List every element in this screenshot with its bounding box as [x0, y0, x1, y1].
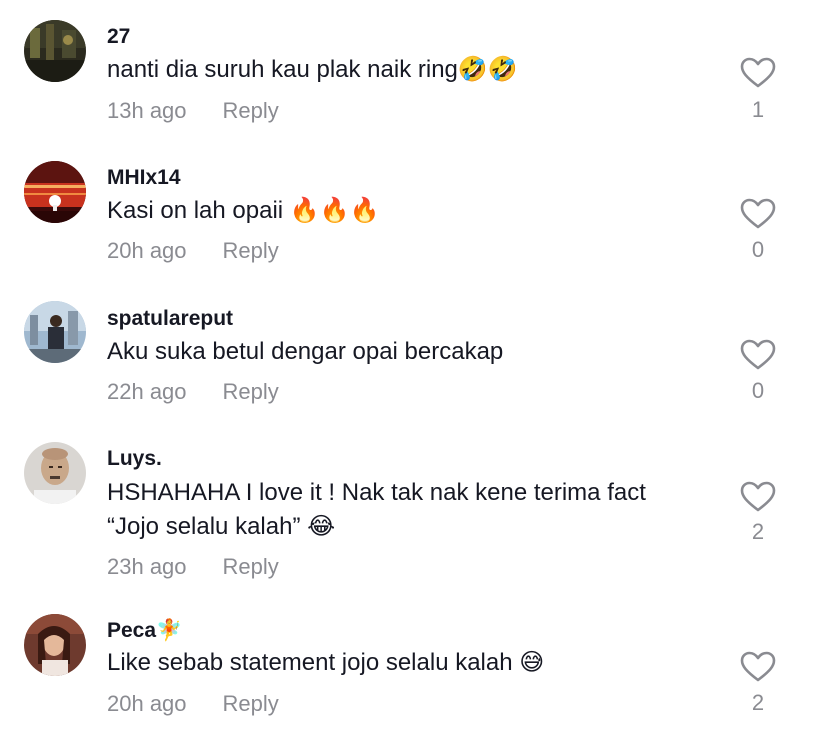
reply-button[interactable]: Reply [223, 238, 279, 263]
comment-timestamp: 22h ago [107, 379, 187, 404]
heart-outline-icon [740, 339, 776, 370]
comment-meta: 20h ago Reply [107, 238, 279, 264]
like-count: 0 [751, 237, 765, 262]
reply-button[interactable]: Reply [223, 554, 279, 579]
comment-meta: 13h ago Reply [107, 98, 279, 124]
reply-button[interactable]: Reply [223, 98, 279, 123]
like-button[interactable] [736, 649, 780, 685]
comment-text: Like sebab statement jojo selalu kalah 😅 [107, 649, 545, 676]
like-count: 2 [751, 519, 765, 544]
heart-outline-icon [740, 57, 776, 88]
comment-username[interactable]: 27 [107, 25, 130, 49]
reply-button[interactable]: Reply [223, 691, 279, 716]
like-button[interactable] [736, 55, 780, 91]
comment-meta: 20h ago Reply [107, 691, 279, 717]
like-count: 1 [751, 97, 765, 122]
reply-button[interactable]: Reply [223, 379, 279, 404]
comment-meta: 22h ago Reply [107, 379, 279, 405]
comment-timestamp: 20h ago [107, 691, 187, 716]
like-button[interactable] [736, 196, 780, 232]
avatar[interactable] [24, 614, 86, 676]
avatar[interactable] [24, 301, 86, 363]
heart-outline-icon [740, 481, 776, 512]
comment-text: Aku suka betul dengar opai bercakap [107, 338, 504, 365]
comment-username[interactable]: Peca🧚 [107, 619, 182, 643]
comment-username[interactable]: spatulareput [107, 307, 233, 331]
comment-timestamp: 23h ago [107, 554, 187, 579]
comment-text: HSHAHAHA I love it ! Nak tak nak kene te… [107, 479, 646, 540]
comment-meta: 23h ago Reply [107, 554, 279, 580]
avatar[interactable] [24, 442, 86, 504]
comment-text: Kasi on lah opaii 🔥🔥🔥 [107, 197, 380, 224]
comment-text: nanti dia suruh kau plak naik ring🤣🤣 [107, 56, 518, 83]
heart-outline-icon [740, 651, 776, 682]
avatar[interactable] [24, 161, 86, 223]
comment-timestamp: 20h ago [107, 238, 187, 263]
like-count: 2 [751, 690, 765, 715]
avatar[interactable] [24, 20, 86, 82]
like-count: 0 [751, 378, 765, 403]
like-button[interactable] [736, 479, 780, 515]
comment-username[interactable]: MHIx14 [107, 166, 181, 190]
comment-timestamp: 13h ago [107, 98, 187, 123]
like-button[interactable] [736, 337, 780, 373]
heart-outline-icon [740, 198, 776, 229]
comment-username[interactable]: Luys. [107, 447, 162, 471]
